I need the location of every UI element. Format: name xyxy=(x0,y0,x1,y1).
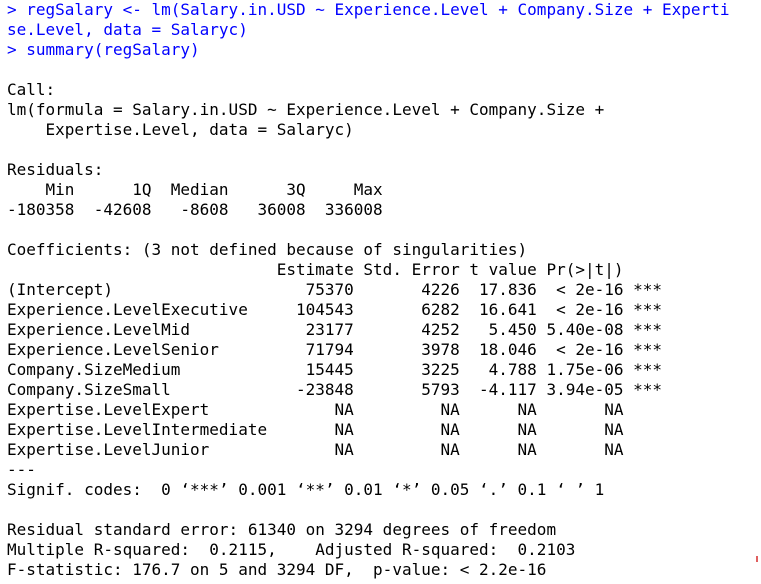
separator-line: --- xyxy=(7,460,36,479)
command-line: > regSalary <- lm(Salary.in.USD ~ Experi… xyxy=(7,0,730,19)
residual-standard-error-line: Residual standard error: 61340 on 3294 d… xyxy=(7,520,557,539)
coef-row: Experience.LevelSenior 71794 3978 18.046… xyxy=(7,340,663,359)
coef-row: Expertise.LevelJunior NA NA NA NA xyxy=(7,440,663,459)
coef-row: Company.SizeMedium 15445 3225 4.788 1.75… xyxy=(7,360,663,379)
coef-row: (Intercept) 75370 4226 17.836 < 2e-16 **… xyxy=(7,280,663,299)
f-statistic-line: F-statistic: 176.7 on 5 and 3294 DF, p-v… xyxy=(7,560,547,579)
r-squared-line: Multiple R-squared: 0.2115, Adjusted R-s… xyxy=(7,540,585,559)
signif-codes-line: Signif. codes: 0 ‘***’ 0.001 ‘**’ 0.01 ‘… xyxy=(7,480,605,499)
call-header: Call: xyxy=(7,80,56,99)
coef-row: Company.SizeSmall -23848 5793 -4.117 3.9… xyxy=(7,380,663,399)
coef-row: Expertise.LevelIntermediate NA NA NA NA xyxy=(7,420,663,439)
coefficients-header: Coefficients: (3 not defined because of … xyxy=(7,240,528,259)
call-line: Expertise.Level, data = Salaryc) xyxy=(7,120,354,139)
coef-row: Expertise.LevelExpert NA NA NA NA xyxy=(7,400,663,419)
call-line: lm(formula = Salary.in.USD ~ Experience.… xyxy=(7,100,605,119)
command-line: > summary(regSalary) xyxy=(7,40,200,59)
r-console[interactable]: > regSalary <- lm(Salary.in.USD ~ Experi… xyxy=(0,0,761,584)
coef-row: Experience.LevelMid 23177 4252 5.450 5.4… xyxy=(7,320,663,339)
coef-row: Experience.LevelExecutive 104543 6282 16… xyxy=(7,300,663,319)
text-cursor xyxy=(756,556,758,562)
coef-table-header: Estimate Std. Error t value Pr(>|t|) xyxy=(7,260,663,279)
residuals-header: Residuals: xyxy=(7,160,104,179)
residuals-quantile-labels: Min 1Q Median 3Q Max xyxy=(7,180,393,199)
residuals-quantile-values: -180358 -42608 -8608 36008 336008 xyxy=(7,200,393,219)
command-line-continuation: se.Level, data = Salaryc) xyxy=(7,20,248,39)
